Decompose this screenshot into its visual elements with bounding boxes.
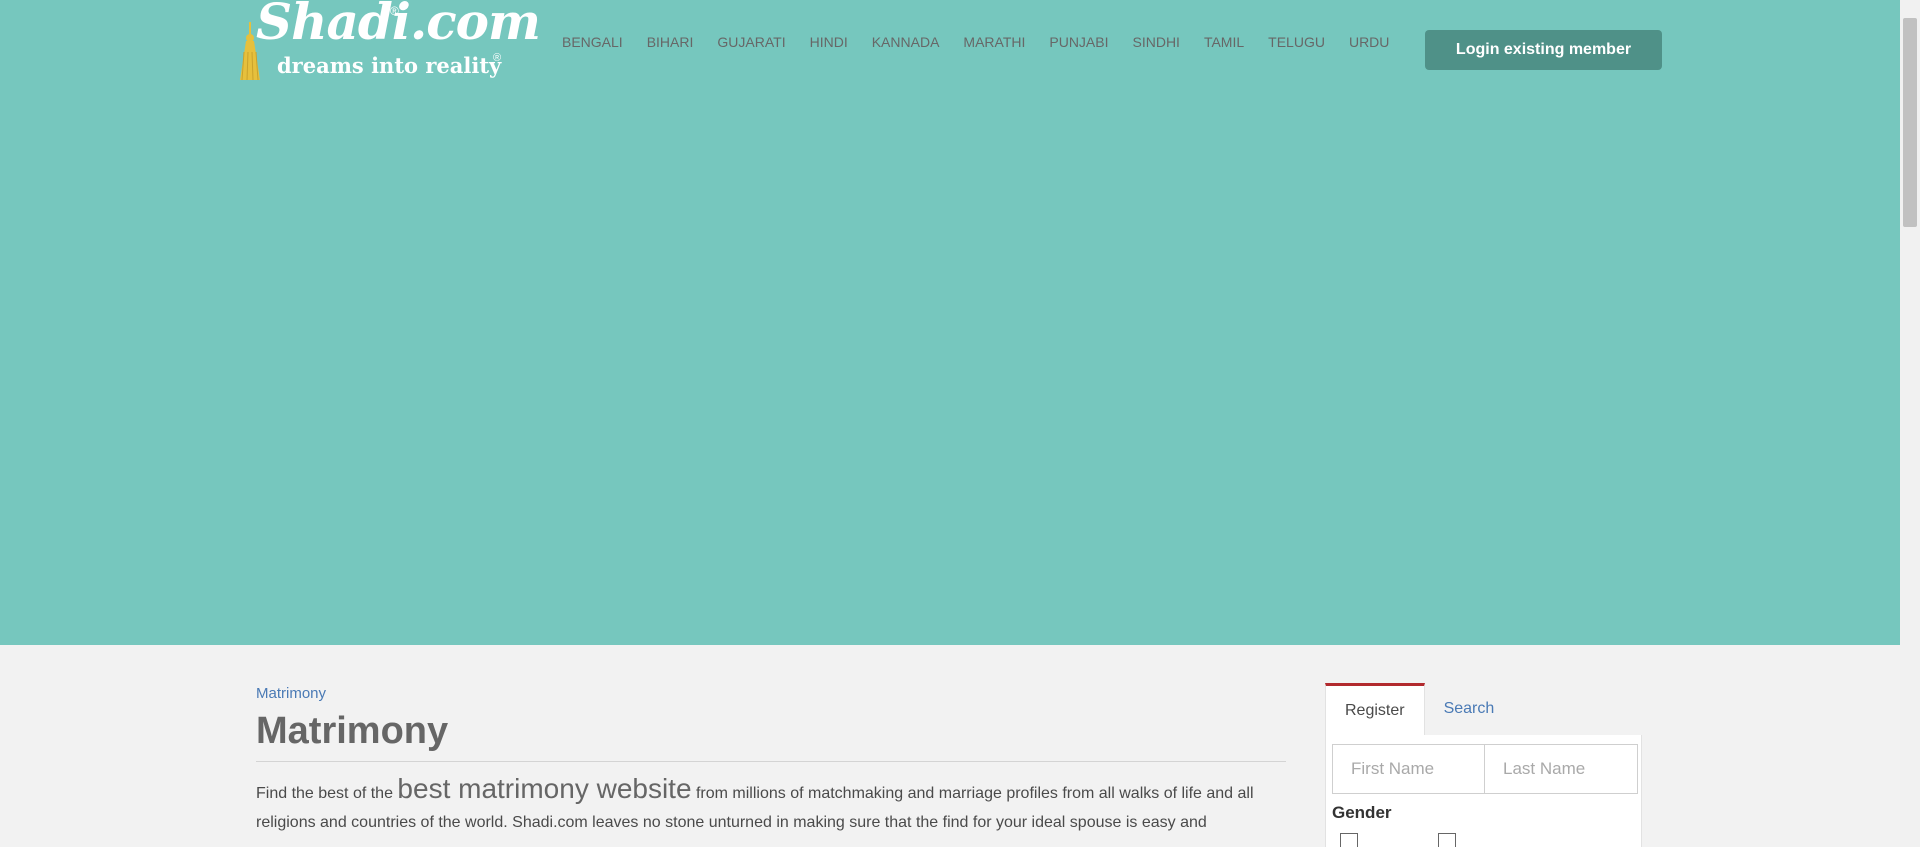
- login-button[interactable]: Login existing member: [1425, 30, 1662, 70]
- gender-label: Gender: [1332, 803, 1392, 822]
- nav-punjabi[interactable]: PUNJABI: [1049, 34, 1108, 50]
- gender-option-checkbox[interactable]: [1438, 833, 1456, 847]
- intro-text-start: Find the best of the: [256, 785, 398, 802]
- nav-sindhi[interactable]: SINDHI: [1133, 34, 1180, 50]
- nav-telugu[interactable]: TELUGU: [1268, 34, 1325, 50]
- nav-tamil[interactable]: TAMIL: [1204, 34, 1244, 50]
- registered-mark: ®: [493, 52, 502, 64]
- gender-option-checkbox[interactable]: [1340, 833, 1358, 847]
- nav-bengali[interactable]: BENGALI: [562, 34, 623, 50]
- language-nav: BENGALI BIHARI GUJARATI HINDI KANNADA MA…: [562, 34, 1389, 50]
- name-row: [1332, 744, 1638, 794]
- hero-banner: [0, 0, 1900, 645]
- intro-paragraph: Find the best of the best matrimony webs…: [256, 774, 1286, 837]
- gender-options: [1332, 833, 1635, 847]
- breadcrumb[interactable]: Matrimony: [256, 685, 1286, 702]
- nav-kannada[interactable]: KANNADA: [872, 34, 940, 50]
- logo-tagline: dreams into reality: [277, 53, 502, 78]
- nav-hindi[interactable]: HINDI: [810, 34, 848, 50]
- main-content: Matrimony Matrimony Find the best of the…: [256, 685, 1286, 837]
- last-name-input[interactable]: [1485, 744, 1638, 794]
- scrollbar-thumb[interactable]: [1903, 18, 1917, 227]
- tab-search[interactable]: Search: [1425, 683, 1514, 735]
- nav-bihari[interactable]: BIHARI: [647, 34, 694, 50]
- first-name-input[interactable]: [1332, 744, 1485, 794]
- register-form: Gender: [1325, 735, 1642, 847]
- tab-register[interactable]: Register: [1325, 683, 1425, 735]
- intro-highlight: best matrimony website: [397, 773, 692, 804]
- site-logo[interactable]: Shadi.com ® dreams into reality ®: [236, 0, 541, 82]
- nav-gujarati[interactable]: GUJARATI: [717, 34, 785, 50]
- registration-panel: Register Search Gender: [1325, 683, 1642, 847]
- page-title: Matrimony: [256, 710, 1286, 762]
- nav-marathi[interactable]: MARATHI: [963, 34, 1025, 50]
- registered-mark: ®: [390, 4, 399, 18]
- nav-urdu[interactable]: URDU: [1349, 34, 1389, 50]
- panel-tabs: Register Search: [1325, 683, 1642, 735]
